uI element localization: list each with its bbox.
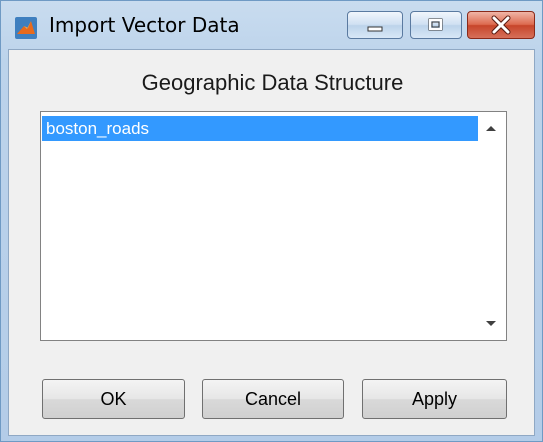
import-vector-data-window: Import Vector Data Geographic Data Struc… — [0, 0, 543, 442]
close-icon — [491, 15, 511, 35]
apply-button[interactable]: Apply — [362, 379, 507, 419]
vertical-scrollbar[interactable] — [478, 112, 506, 340]
close-button[interactable] — [467, 11, 535, 39]
minimize-icon — [367, 26, 383, 32]
list-item[interactable]: boston_roads — [42, 116, 478, 141]
ok-button[interactable]: OK — [42, 379, 185, 419]
minimize-button[interactable] — [347, 11, 403, 39]
cancel-button[interactable]: Cancel — [202, 379, 344, 419]
title-bar[interactable]: Import Vector Data — [1, 1, 542, 49]
dialog-content: Geographic Data Structure boston_roads O… — [8, 49, 535, 436]
maximize-button[interactable] — [410, 11, 462, 39]
data-structure-listbox[interactable]: boston_roads — [40, 111, 507, 341]
dialog-heading: Geographic Data Structure — [141, 70, 404, 95]
window-title: Import Vector Data — [49, 13, 240, 37]
scroll-down-arrow-icon[interactable] — [486, 321, 496, 326]
maximize-icon — [428, 18, 443, 31]
scroll-up-arrow-icon[interactable] — [486, 126, 496, 131]
matlab-icon — [15, 17, 37, 39]
